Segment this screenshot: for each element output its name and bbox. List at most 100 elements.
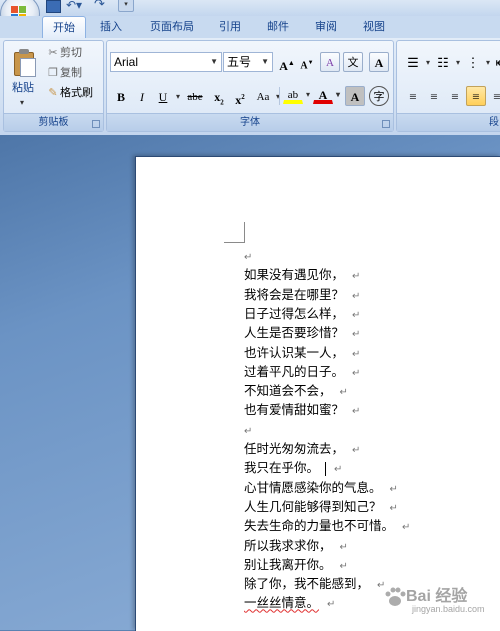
line-text: 我将会是在哪里？ <box>244 286 345 302</box>
paste-dropdown-icon[interactable]: ▾ <box>20 94 24 112</box>
document-line[interactable]: 人生是否要珍惜？ ↵ <box>244 323 360 342</box>
justify-icon[interactable]: ≡ <box>466 86 486 106</box>
enclose-characters-button[interactable]: 字 <box>369 86 389 106</box>
paste-icon[interactable] <box>14 49 38 77</box>
distributed-align-icon[interactable]: ≡ <box>487 86 500 106</box>
highlight-color-button[interactable]: ab <box>283 84 310 105</box>
tab-review[interactable]: 审阅 <box>306 16 346 38</box>
save-icon[interactable] <box>46 0 61 13</box>
customize-quick-access-icon[interactable]: ▾ <box>118 0 134 12</box>
text-cursor <box>325 461 327 476</box>
document-line[interactable]: 心甘情愿感染你的气息。 ↵ <box>244 478 398 497</box>
paragraph-group-label: 段 <box>397 113 500 131</box>
document-line[interactable]: 别让我离开你。 ↵ <box>244 555 348 574</box>
paragraph-mark-icon: ↵ <box>352 445 361 456</box>
bold-button[interactable]: B <box>111 86 131 106</box>
subscript-button[interactable]: x2 <box>209 86 229 106</box>
font-color-button[interactable]: A <box>313 84 340 105</box>
tab-references[interactable]: 引用 <box>210 16 250 38</box>
copy-icon: ❐ <box>48 66 58 79</box>
line-text: 一丝丝情意。 <box>244 595 320 611</box>
font-group: Arial▼ 五号▼ A▲ A▼ A 文 A B I U abe x2 x2 A… <box>106 40 394 132</box>
line-text: 不知道会不会， <box>244 383 332 399</box>
paragraph-mark-icon: ↵ <box>352 348 361 360</box>
clipboard-group: 粘贴 ▾ ✂ 剪切 ❐ 复制 ✎ 格式刷 剪贴板 <box>3 40 104 132</box>
document-line[interactable]: 我将会是在哪里？ ↵ <box>244 285 360 304</box>
paragraph-mark-icon: ↵ <box>244 252 253 263</box>
tab-mailings[interactable]: 邮件 <box>258 16 298 38</box>
font-name-combo[interactable]: Arial ▼ <box>110 52 222 72</box>
document-line[interactable]: 日子过得怎么样， ↵ <box>244 304 360 323</box>
document-line[interactable]: 除了你，我不能感到， ↵ <box>244 574 385 593</box>
line-text: 如果没有遇见你， <box>244 267 345 283</box>
change-case-button[interactable]: Aa <box>253 86 280 107</box>
align-center-icon[interactable]: ≡ <box>424 86 444 106</box>
paragraph-mark-icon: ↵ <box>389 502 398 514</box>
line-text: 所以我求求你， <box>244 537 332 553</box>
line-text: 失去生命的力量也不可惜。 <box>244 518 395 534</box>
document-line[interactable]: 失去生命的力量也不可惜。 ↵ <box>244 516 410 535</box>
line-text: 人生几何能够得到知己？ <box>244 498 382 514</box>
line-text: 也有爱情甜如蜜？ <box>244 402 345 418</box>
line-text: 心甘情愿感染你的气息。 <box>244 479 382 495</box>
brush-icon: ✎ <box>48 86 58 99</box>
paragraph-group: ☰ ☷ ⋮ ⇤ ≡ ≡ ≡ ≡ ≡ 段 <box>396 40 500 132</box>
font-group-label: 字体 <box>107 113 393 131</box>
document-line[interactable]: 也许认识某一人， ↵ <box>244 343 360 362</box>
redo-icon[interactable]: ↷ <box>94 0 105 12</box>
document-line[interactable]: 人生几何能够得到知己？ ↵ <box>244 497 398 516</box>
align-left-icon[interactable]: ≡ <box>403 86 423 106</box>
undo-icon[interactable]: ↶▾ <box>66 0 82 12</box>
underline-button[interactable]: U <box>153 86 180 107</box>
character-shading-button[interactable]: A <box>345 86 365 106</box>
tab-view[interactable]: 视图 <box>354 16 394 38</box>
decrease-indent-icon[interactable]: ⇤ <box>491 52 500 72</box>
line-text: 任时光匆匆流去， <box>244 441 345 456</box>
grow-font-button[interactable]: A▲ <box>277 52 297 73</box>
document-line[interactable]: ↵ <box>244 420 252 439</box>
tab-home[interactable]: 开始 <box>42 16 86 38</box>
paragraph-mark-icon: ↵ <box>352 406 361 418</box>
highlighter-icon: ab <box>287 89 299 101</box>
font-launcher-icon[interactable] <box>382 120 390 128</box>
clear-formatting-button[interactable]: A <box>320 52 340 72</box>
bullets-icon[interactable]: ☰ <box>403 52 430 73</box>
document-line[interactable]: 也有爱情甜如蜜？ ↵ <box>244 400 360 419</box>
character-border-button[interactable]: A <box>369 52 389 72</box>
tab-insert[interactable]: 插入 <box>91 16 131 38</box>
line-text: 除了你，我不能感到， <box>244 576 370 592</box>
shrink-font-button[interactable]: A▼ <box>297 52 317 72</box>
document-line[interactable]: 所以我求求你， ↵ <box>244 536 348 555</box>
document-line[interactable]: 一丝丝情意。 ↵ <box>244 593 335 612</box>
chevron-down-icon: ▼ <box>261 57 269 66</box>
phonetic-guide-button[interactable]: 文 <box>343 52 363 72</box>
italic-button[interactable]: I <box>132 86 152 106</box>
document-line[interactable]: 不知道会不会， ↵ <box>244 381 348 400</box>
multilevel-list-icon[interactable]: ⋮ <box>463 52 491 73</box>
document-line[interactable]: 过着平凡的日子。 ↵ <box>244 362 360 381</box>
align-right-icon[interactable]: ≡ <box>445 86 465 106</box>
baidu-watermark: Bai 经验 jingyan.baidu.com <box>382 578 492 622</box>
document-line[interactable]: ↵ <box>244 246 252 265</box>
paragraph-mark-icon: ↵ <box>402 522 411 534</box>
numbering-icon[interactable]: ☷ <box>433 52 460 73</box>
line-text: 我只在乎你。 <box>244 460 320 476</box>
tab-page-layout[interactable]: 页面布局 <box>140 16 204 38</box>
format-painter-button[interactable]: ✎ 格式刷 <box>46 84 93 102</box>
superscript-button[interactable]: x2 <box>230 86 250 107</box>
clipboard-launcher-icon[interactable] <box>92 120 100 128</box>
document-line[interactable]: 任时光匆匆流去， ↵ <box>244 439 360 458</box>
paw-icon <box>385 587 406 606</box>
document-line[interactable]: 我只在乎你。 ↵ <box>244 458 342 477</box>
strikethrough-button[interactable]: abe <box>183 86 207 106</box>
document-line[interactable]: 如果没有遇见你， ↵ <box>244 265 360 284</box>
line-text: 过着平凡的日子。 <box>244 363 345 379</box>
separator <box>279 87 280 105</box>
scissors-icon: ✂ <box>48 46 58 59</box>
clipboard-group-label: 剪贴板 <box>4 113 103 131</box>
cut-button[interactable]: ✂ 剪切 <box>46 44 82 62</box>
copy-button[interactable]: ❐ 复制 <box>46 64 82 82</box>
paragraph-mark-icon: ↵ <box>339 387 348 399</box>
paragraph-mark-icon: ↵ <box>352 329 361 341</box>
font-size-combo[interactable]: 五号 ▼ <box>223 52 273 72</box>
